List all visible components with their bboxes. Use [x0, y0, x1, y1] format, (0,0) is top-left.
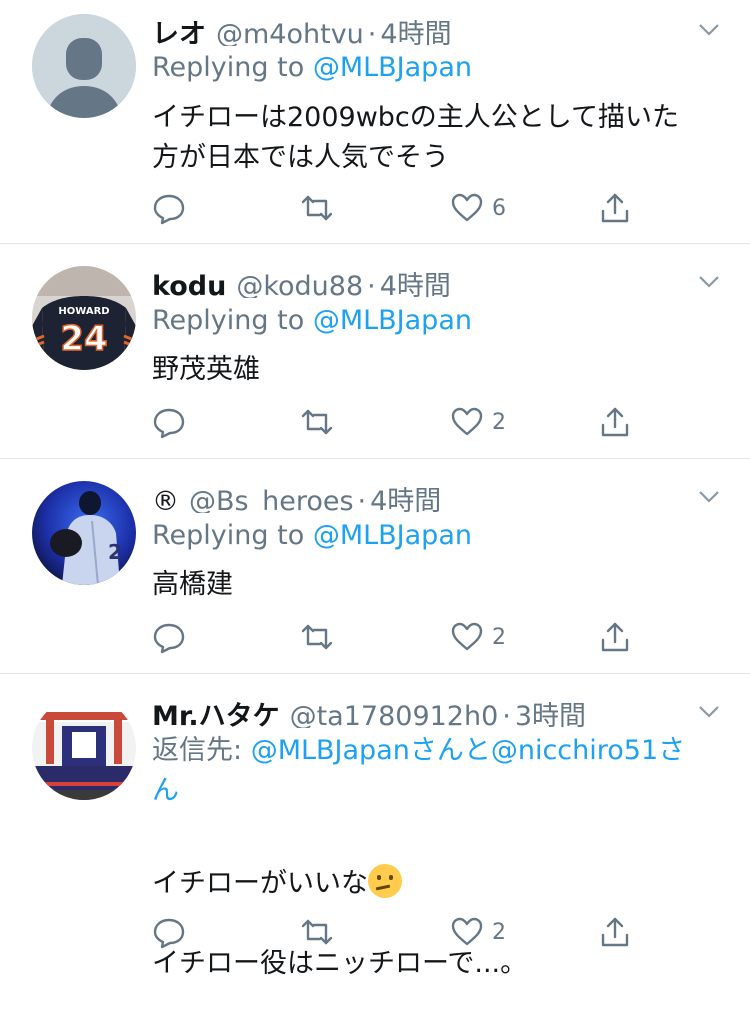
like-button[interactable]: 2 [450, 402, 506, 442]
tweet-actions: 2 [152, 402, 672, 442]
tweet-text-line: イチローがいいな [152, 868, 368, 899]
reply-prefix: Replying to [152, 52, 313, 83]
timestamp[interactable]: 4時間 [380, 19, 451, 46]
share-icon [601, 193, 629, 223]
caret-down-icon[interactable] [696, 16, 722, 42]
avatar[interactable] [32, 14, 136, 118]
retweet-icon [301, 919, 333, 945]
replying-to: Replying to @MLBJapan [152, 301, 710, 341]
reply-icon [153, 918, 185, 949]
tweet-header: ® @Bs_heroes · 4時間 [152, 479, 690, 513]
tweet-text: 高橋建 [152, 569, 233, 600]
tweet[interactable]: Mr.ハタケ @ta1780912h0 · 3時間 返信先: @MLBJapanさんと… [0, 674, 750, 979]
share-button[interactable] [598, 912, 632, 952]
caret-down-icon[interactable] [696, 268, 722, 294]
reply-mention-link[interactable]: @MLBJapan [313, 305, 472, 336]
jersey-name: HOWARD [58, 306, 109, 317]
share-icon [601, 917, 629, 947]
reply-prefix: 返信先: [152, 735, 251, 766]
replying-to: 返信先: @MLBJapanさんと@nicchiro51さん [152, 731, 710, 811]
separator: · [357, 486, 367, 513]
user-handle[interactable]: @Bs_heroes [189, 486, 354, 513]
retweet-button[interactable] [300, 912, 334, 952]
like-count: 2 [492, 624, 506, 650]
separator: · [367, 271, 376, 298]
thinking-face-emoji [368, 864, 402, 898]
tweet-text: イチローは2009wbcの主人公として描いた 方が日本では人気でそう [152, 102, 679, 173]
user-handle[interactable]: @m4ohtvu [216, 19, 364, 46]
separator: · [502, 701, 511, 728]
reply-icon [153, 408, 185, 439]
jersey-number: 24 [60, 319, 107, 359]
like-count: 2 [492, 919, 506, 945]
like-count: 6 [492, 195, 506, 221]
share-button[interactable] [598, 402, 632, 442]
like-count: 2 [492, 409, 506, 435]
share-icon [601, 622, 629, 652]
timestamp[interactable]: 4時間 [370, 486, 441, 513]
replying-to: Replying to @MLBJapan [152, 48, 710, 88]
share-button[interactable] [598, 188, 632, 228]
tweet-actions: 6 [152, 188, 672, 228]
caret-down-icon[interactable] [696, 483, 722, 509]
tweet-header: Mr.ハタケ @ta1780912h0 · 3時間 [152, 694, 690, 728]
reply-button[interactable] [152, 617, 186, 657]
display-name[interactable]: kodu [152, 271, 226, 298]
reply-mention-link[interactable]: @MLBJapan [313, 520, 472, 551]
tweet-actions: 2 [152, 912, 672, 952]
timestamp[interactable]: 3時間 [515, 701, 586, 728]
like-icon [451, 407, 483, 436]
reply-icon [153, 623, 185, 654]
share-button[interactable] [598, 617, 632, 657]
avatar[interactable]: HOWARD 24 [32, 266, 136, 370]
caret-down-icon[interactable] [696, 698, 722, 724]
like-button[interactable]: 6 [450, 188, 506, 228]
reply-mention-link[interactable]: @MLBJapanさんと@nicchiro51さ [251, 735, 685, 766]
tweet[interactable]: 2 ® @Bs_heroes · 4時間 Replying to @MLBJapan … [0, 459, 750, 674]
jersey-photo: HOWARD 24 [32, 266, 136, 370]
like-icon [451, 622, 483, 651]
reply-prefix: Replying to [152, 305, 313, 336]
tweet[interactable]: レオ @m4ohtvu · 4時間 Replying to @MLBJapan イチロ… [0, 0, 750, 244]
tweet[interactable]: HOWARD 24 kodu @kodu88 · 4時間 Replying to @M… [0, 244, 750, 459]
share-icon [601, 407, 629, 437]
retweet-button[interactable] [300, 402, 334, 442]
like-button[interactable]: 2 [450, 912, 506, 952]
separator: · [367, 19, 377, 46]
display-name[interactable]: ® [152, 486, 179, 513]
stadium-photo [32, 696, 136, 800]
retweet-button[interactable] [300, 617, 334, 657]
reply-prefix: Replying to [152, 520, 313, 551]
user-handle[interactable]: @ta1780912h0 [290, 701, 499, 728]
default-avatar-icon [32, 14, 136, 118]
retweet-button[interactable] [300, 188, 334, 228]
tweet-actions: 2 [152, 617, 672, 657]
like-icon [451, 193, 483, 222]
display-name[interactable]: Mr.ハタケ [152, 701, 280, 728]
reply-button[interactable] [152, 402, 186, 442]
user-handle[interactable]: @kodu88 [236, 271, 363, 298]
display-name[interactable]: レオ [152, 19, 206, 46]
reply-mention-link-cont[interactable]: ん [152, 775, 179, 806]
tweet-header: kodu @kodu88 · 4時間 [152, 264, 690, 298]
like-button[interactable]: 2 [450, 617, 506, 657]
replying-to: Replying to @MLBJapan [152, 516, 710, 556]
retweet-icon [301, 624, 333, 650]
pitcher-photo: 2 [32, 481, 136, 585]
reply-button[interactable] [152, 912, 186, 952]
avatar[interactable]: 2 [32, 481, 136, 585]
retweet-icon [301, 195, 333, 221]
reply-mention-link[interactable]: @MLBJapan [313, 52, 472, 83]
retweet-icon [301, 409, 333, 435]
reply-button[interactable] [152, 188, 186, 228]
timestamp[interactable]: 4時間 [380, 271, 451, 298]
avatar[interactable] [32, 696, 136, 800]
svg-text:2: 2 [108, 540, 122, 564]
tweet-header: レオ @m4ohtvu · 4時間 [152, 12, 690, 46]
tweet-text: 野茂英雄 [152, 354, 260, 385]
like-icon [451, 917, 483, 946]
reply-icon [153, 194, 185, 225]
